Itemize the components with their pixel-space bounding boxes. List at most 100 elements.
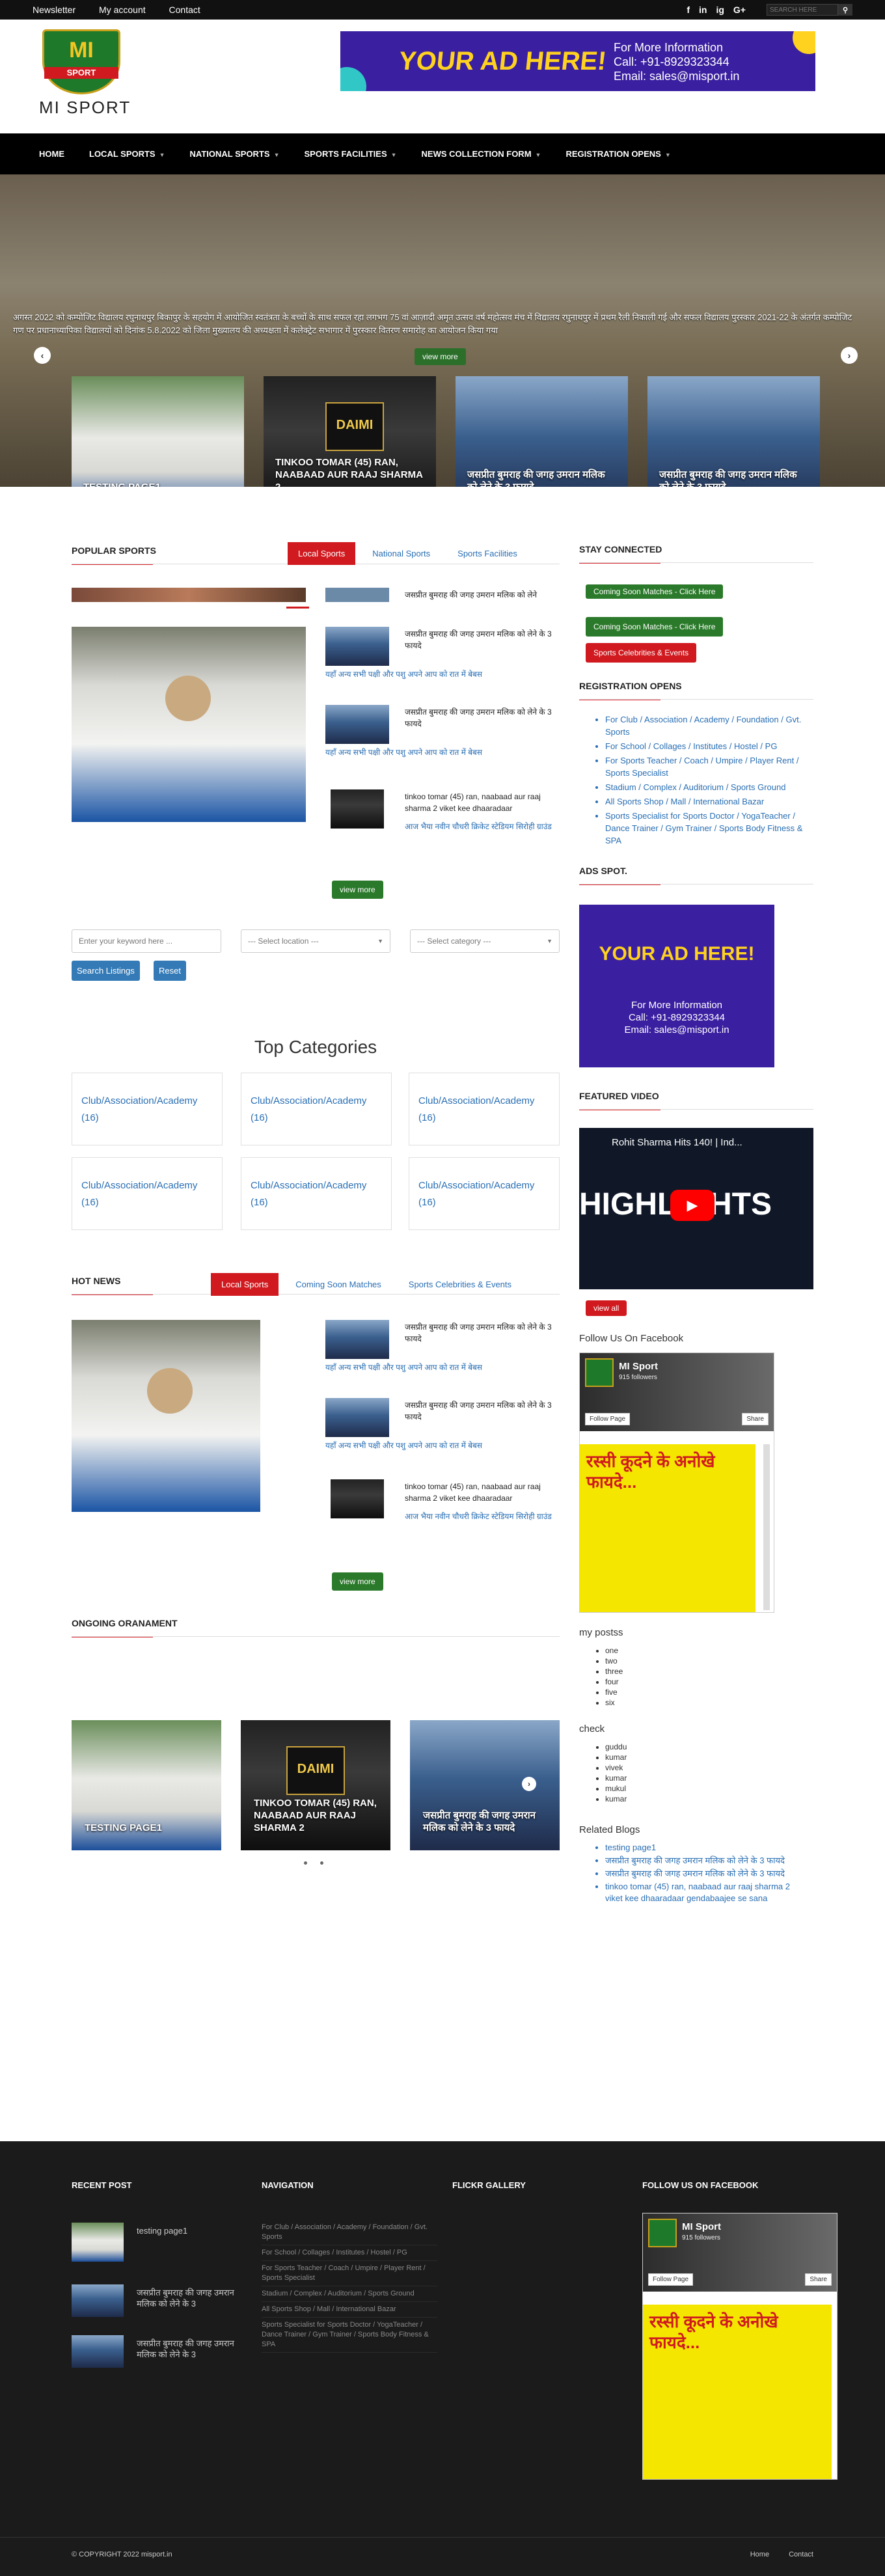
my-post-item[interactable]: five: [605, 1687, 623, 1697]
view-all-button[interactable]: view all: [586, 1300, 627, 1316]
nav-item-registration-opens[interactable]: REGISTRATION OPENS ▼: [565, 149, 670, 159]
hero-thumb[interactable]: जसप्रीत बुमराह की जगह उमरान मलिक को लेने…: [456, 376, 628, 487]
fb-share-button[interactable]: Share: [742, 1413, 769, 1425]
recent-post-title-text[interactable]: जसप्रीत बुमराह की जगह उमरान मलिक को लेने…: [137, 2338, 241, 2360]
registration-link[interactable]: Stadium / Complex / Auditorium / Sports …: [605, 781, 813, 793]
footer-nav-link[interactable]: All Sports Shop / Mall / International B…: [262, 2305, 437, 2318]
recent-post-title-text[interactable]: testing page1: [137, 2225, 241, 2236]
popular-view-more-button[interactable]: view more: [332, 881, 383, 899]
google-plus-icon[interactable]: G+: [733, 5, 746, 15]
registration-link[interactable]: For School / Collages / Institutes / Hos…: [605, 740, 813, 752]
carousel-dot[interactable]: [304, 1861, 307, 1865]
news-excerpt[interactable]: यहाँ अन्य सभी पक्षी और पशु अपने आप को रा…: [325, 747, 560, 758]
next-arrow-icon[interactable]: ›: [841, 347, 858, 364]
featured-video[interactable]: Rohit Sharma Hits 140! | Ind... HIGHLIGH…: [579, 1128, 813, 1289]
category-card[interactable]: Club/Association/Academy (16): [241, 1073, 392, 1145]
my-post-item[interactable]: one: [605, 1645, 623, 1656]
hero-thumb[interactable]: जसप्रीत बुमराह की जगह उमरान मलिक को लेने…: [647, 376, 820, 487]
news-excerpt[interactable]: यहाँ अन्य सभी पक्षी और पशु अपने आप को रा…: [325, 1362, 560, 1373]
news-item[interactable]: जसप्रीत बुमराह की जगह उमरान मलिक को लेने…: [325, 1398, 560, 1470]
footer-facebook-widget[interactable]: MI Sport 915 followers Follow Page Share…: [642, 2213, 837, 2480]
my-post-item[interactable]: six: [605, 1697, 623, 1708]
check-item[interactable]: kumar: [605, 1773, 627, 1783]
hero-thumb[interactable]: TESTING PAGE1: [72, 376, 244, 487]
carousel-dot[interactable]: [320, 1861, 323, 1865]
category-select[interactable]: --- Select category --- ▼: [410, 929, 560, 953]
my-post-item[interactable]: three: [605, 1666, 623, 1677]
news-excerpt[interactable]: यहाँ अन्य सभी पक्षी और पशु अपने आप को रा…: [325, 1440, 560, 1451]
news-excerpt[interactable]: आज भैया नवीन चौधरी क्रिकेट स्टेडियम सिरो…: [405, 821, 560, 832]
category-card[interactable]: Club/Association/Academy (16): [72, 1073, 223, 1145]
footer-nav-link[interactable]: For School / Collages / Institutes / Hos…: [262, 2248, 437, 2261]
fb-share-button[interactable]: Share: [805, 2273, 832, 2286]
registration-link[interactable]: All Sports Shop / Mall / International B…: [605, 795, 813, 808]
footer-nav-link[interactable]: For Club / Association / Academy / Found…: [262, 2223, 437, 2245]
hotnews-feature-image[interactable]: [72, 1320, 260, 1512]
reset-button[interactable]: Reset: [154, 961, 186, 981]
search-listings-button[interactable]: Search Listings: [72, 961, 140, 981]
nav-item-news-collection-form[interactable]: NEWS COLLECTION FORM ▼: [422, 149, 541, 159]
news-item[interactable]: tinkoo tomar (45) ran, naabaad aur raaj …: [325, 789, 560, 861]
recent-post-title-text[interactable]: जसप्रीत बुमराह की जगह उमरान मलिक को लेने…: [137, 2287, 241, 2309]
news-item[interactable]: tinkoo tomar (45) ran, naabaad aur raaj …: [325, 1479, 560, 1551]
news-title[interactable]: जसप्रीत बुमराह की जगह उमरान मलिक को लेने…: [405, 1321, 560, 1345]
header-ad-banner[interactable]: YOUR AD HERE! For More Information Call:…: [340, 31, 815, 91]
fb-follow-button[interactable]: Follow Page: [585, 1413, 631, 1425]
coming-soon-button[interactable]: Coming Soon Matches - Click Here: [586, 584, 724, 599]
location-select[interactable]: --- Select location --- ▼: [241, 929, 390, 953]
ongoing-card[interactable]: जसप्रीत बुमराह की जगह उमरान मलिक को लेने…: [410, 1720, 560, 1850]
search-input[interactable]: [767, 4, 838, 16]
popular-feature-image[interactable]: [72, 627, 306, 822]
contact-link[interactable]: Contact: [169, 5, 200, 15]
tab-sports-celebrities-events[interactable]: Sports Celebrities & Events: [398, 1273, 522, 1296]
recent-post-item[interactable]: जसप्रीत बुमराह की जगह उमरान मलिक को लेने…: [72, 2284, 241, 2317]
hero-thumb[interactable]: DAIMI TINKOO TOMAR (45) RAN, NAABAAD AUR …: [264, 376, 436, 487]
category-card[interactable]: Club/Association/Academy (16): [241, 1157, 392, 1230]
nav-item-national-sports[interactable]: NATIONAL SPORTS ▼: [190, 149, 280, 159]
instagram-icon[interactable]: ig: [716, 5, 724, 15]
news-title[interactable]: tinkoo tomar (45) ran, naabaad aur raaj …: [405, 1481, 560, 1504]
scrollbar[interactable]: [763, 1444, 770, 1610]
tab-sports-facilities[interactable]: Sports Facilities: [447, 542, 528, 565]
nav-item-local-sports[interactable]: LOCAL SPORTS ▼: [89, 149, 165, 159]
category-card[interactable]: Club/Association/Academy (16): [72, 1157, 223, 1230]
linkedin-icon[interactable]: in: [699, 5, 707, 15]
related-blog-link[interactable]: जसप्रीत बुमराह की जगह उमरान मलिक को लेने…: [605, 1868, 800, 1880]
hotnews-view-more-button[interactable]: view more: [332, 1572, 383, 1591]
news-excerpt[interactable]: यहाँ अन्य सभी पक्षी और पशु अपने आप को रा…: [325, 668, 560, 680]
news-title[interactable]: जसप्रीत बुमराह की जगह उमरान मलिक को लेने…: [405, 1399, 560, 1423]
search-icon[interactable]: ⚲: [838, 4, 852, 16]
ongoing-card[interactable]: TESTING PAGE1: [72, 1720, 221, 1850]
registration-link[interactable]: For Sports Teacher / Coach / Umpire / Pl…: [605, 754, 813, 779]
check-item[interactable]: mukul: [605, 1783, 627, 1794]
prev-arrow-icon[interactable]: ‹: [34, 347, 51, 364]
news-excerpt[interactable]: आज भैया नवीन चौधरी क्रिकेट स्टेडियम सिरो…: [405, 1511, 560, 1522]
tab-local-sports[interactable]: Local Sports: [288, 542, 356, 565]
footer-contact-link[interactable]: Contact: [789, 2551, 813, 2558]
my-post-item[interactable]: four: [605, 1677, 623, 1687]
newsletter-link[interactable]: Newsletter: [33, 5, 75, 15]
related-blog-link[interactable]: tinkoo tomar (45) ran, naabaad aur raaj …: [605, 1881, 800, 1904]
news-item[interactable]: जसप्रीत बुमराह की जगह उमरान मलिक को लेने…: [325, 627, 560, 698]
registration-link[interactable]: For Club / Association / Academy / Found…: [605, 713, 813, 738]
check-item[interactable]: kumar: [605, 1752, 627, 1762]
facebook-icon[interactable]: f: [687, 5, 690, 15]
facebook-widget[interactable]: MI Sport 915 followers Follow Page Share…: [579, 1352, 774, 1613]
recent-post-item[interactable]: testing page1: [72, 2223, 241, 2262]
hero-view-more-button[interactable]: view more: [415, 348, 466, 365]
news-item[interactable]: जसप्रीत बुमराह की जगह उमरान मलिक को लेने…: [325, 705, 560, 776]
sidebar-ad-banner[interactable]: YOUR AD HERE! For More Information Call:…: [579, 905, 774, 1067]
coming-soon-button[interactable]: Coming Soon Matches - Click Here: [586, 617, 724, 637]
carousel-next-icon[interactable]: ›: [522, 1777, 536, 1791]
nav-item-home[interactable]: HOME: [39, 149, 64, 159]
fb-follow-button[interactable]: Follow Page: [648, 2273, 694, 2286]
news-title[interactable]: जसप्रीत बुमराह की जगह उमरान मलिक को लेने…: [405, 628, 560, 651]
news-title[interactable]: tinkoo tomar (45) ran, naabaad aur raaj …: [405, 791, 560, 814]
check-item[interactable]: kumar: [605, 1794, 627, 1804]
tab-national-sports[interactable]: National Sports: [362, 542, 441, 565]
news-item[interactable]: जसप्रीत बुमराह की जगह उमरान मलिक को लेने…: [325, 1320, 560, 1391]
logo[interactable]: MI SPORT: [33, 29, 130, 104]
my-post-item[interactable]: two: [605, 1656, 623, 1666]
news-title[interactable]: जसप्रीत बुमराह की जगह उमरान मलिक को लेने…: [405, 706, 560, 730]
tab-coming-soon-matches[interactable]: Coming Soon Matches: [285, 1273, 392, 1296]
